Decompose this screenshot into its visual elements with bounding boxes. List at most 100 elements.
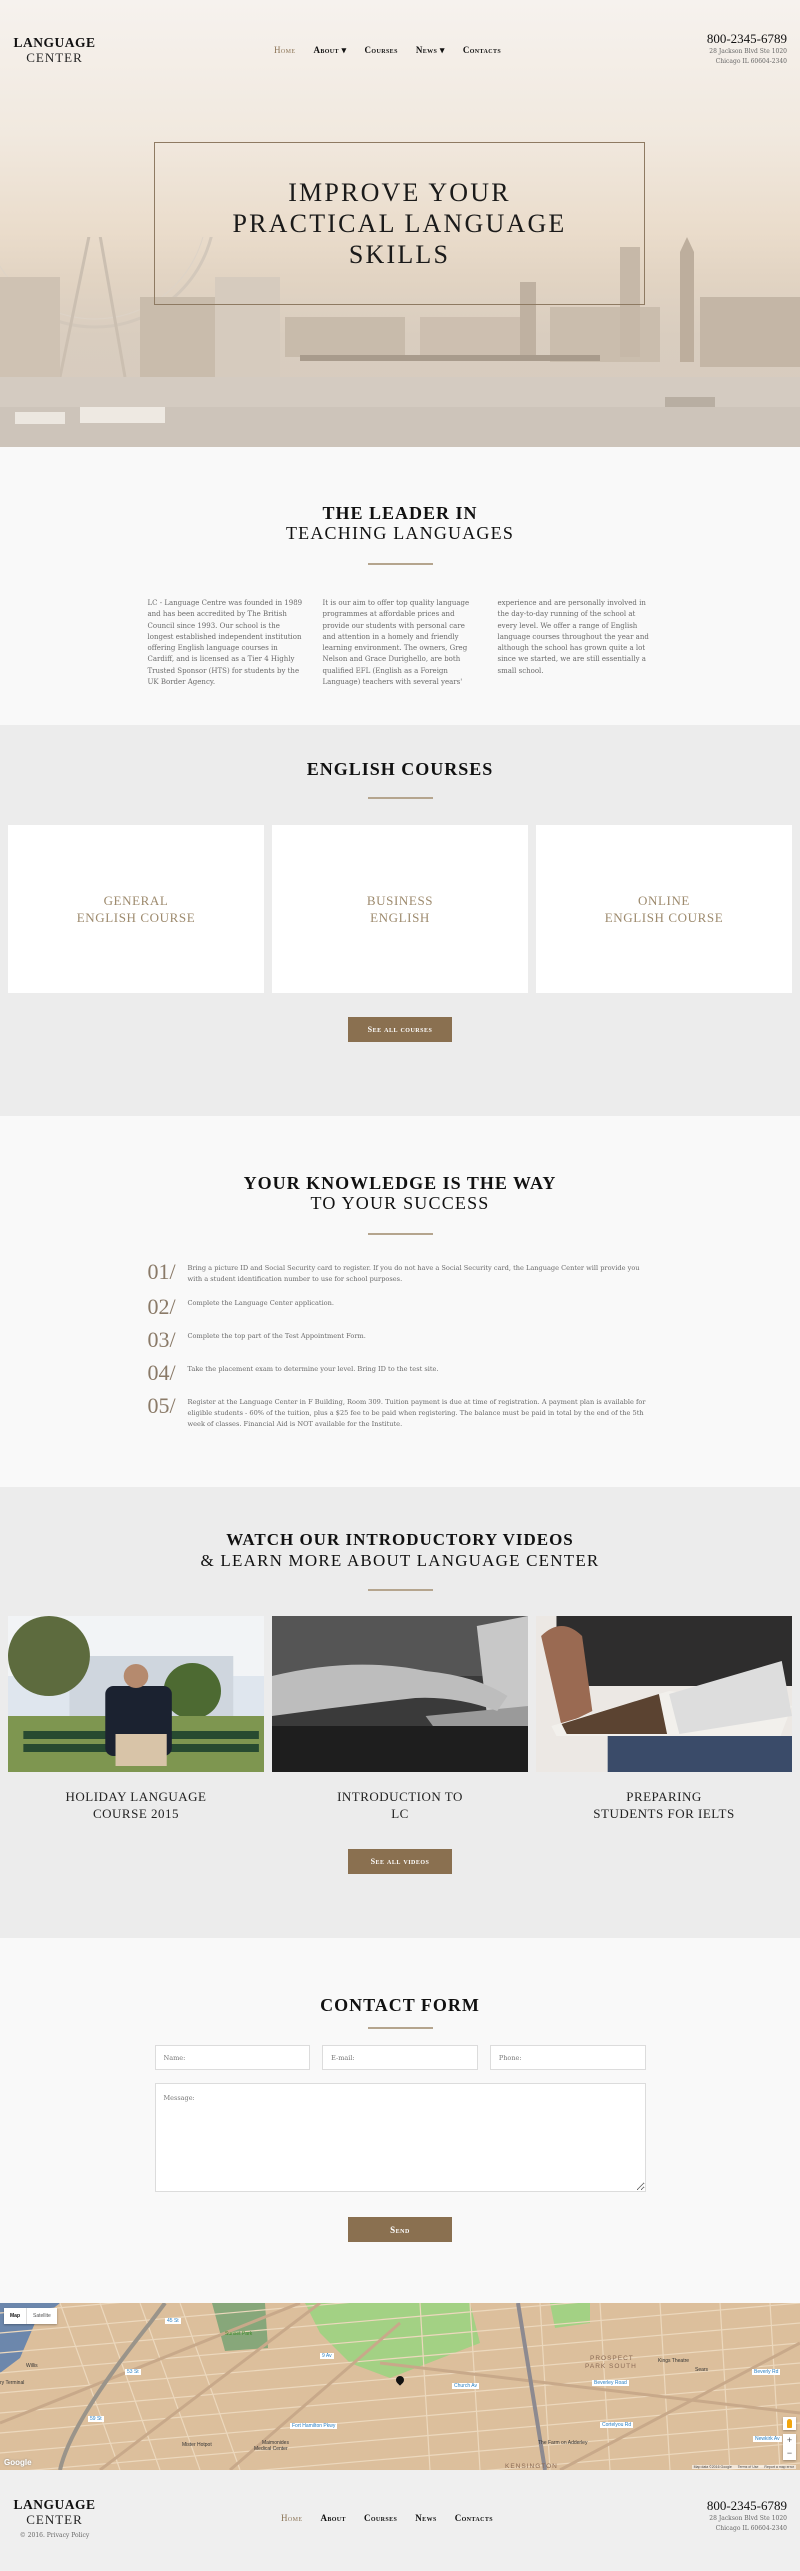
metro-station-label: Church Av <box>452 2383 479 2389</box>
course-title-line-2: ENGLISH <box>370 910 430 925</box>
hero-banner-frame: IMPROVE YOUR PRACTICAL LANGUAGE SKILLS <box>154 142 645 305</box>
section-divider <box>367 563 433 565</box>
metro-station-label: Newkirk Av <box>753 2436 782 2442</box>
metro-station-label: Beverley Road <box>592 2380 629 2386</box>
address-line-2: Chicago IL 60604-2340 <box>715 58 787 65</box>
video-thumbnail-typing[interactable] <box>272 1616 528 1772</box>
video-thumbnail-reading[interactable] <box>536 1616 792 1772</box>
step-item: 03/ Complete the top part of the Test Ap… <box>148 1329 653 1351</box>
copyright-privacy-link[interactable]: © 2016. Privacy Policy <box>12 2532 97 2539</box>
section-divider <box>367 797 433 799</box>
see-all-courses-button[interactable]: See all courses <box>348 1017 452 1042</box>
hero-section: LANGUAGE CENTER Home About ▾ Courses New… <box>0 0 800 447</box>
video-title[interactable]: PREPARING STUDENTS FOR IELTS <box>536 1788 792 1822</box>
phone-number[interactable]: 800-2345-6789 <box>707 2498 787 2514</box>
section-title-bold: YOUR KNOWLEDGE IS THE WAY <box>243 1173 557 1193</box>
video-cards: HOLIDAY LANGUAGE COURSE 2015 INTRODUCTIO… <box>0 1616 800 1822</box>
section-divider <box>367 1233 433 1235</box>
step-text: Register at the Language Center in F Bui… <box>187 1398 646 1428</box>
section-title-light: TO YOUR SUCCESS <box>310 1193 490 1213</box>
course-card-general[interactable]: GENERAL ENGLISH COURSE <box>8 825 264 993</box>
map-data-text: Map data ©2016 Google <box>693 2465 732 2469</box>
map-label: Sears <box>695 2367 709 2373</box>
course-card-title: GENERAL ENGLISH COURSE <box>77 892 196 926</box>
map-type-satellite-button[interactable]: Satellite <box>27 2308 57 2324</box>
map-area-label: PARK SOUTH <box>585 2363 637 2370</box>
nav-home[interactable]: Home <box>274 45 295 56</box>
step-item: 02/ Complete the Language Center applica… <box>148 1296 653 1318</box>
metro-station-label: Beverly Rd <box>752 2369 781 2375</box>
metro-station-label: Cortelyou Rd <box>600 2422 634 2428</box>
course-card-online[interactable]: ONLINE ENGLISH COURSE <box>536 825 792 993</box>
footer-nav-about[interactable]: About <box>320 2513 346 2523</box>
footer-logo[interactable]: LANGUAGE CENTER © 2016. Privacy Policy <box>12 2498 97 2540</box>
header-contact: 800-2345-6789 28 Jackson Blvd Ste 1020 C… <box>707 31 787 67</box>
step-number: 03/ <box>147 1327 176 1352</box>
step-text: Take the placement exam to determine you… <box>187 1365 439 1373</box>
map-label: The Farm on Adderley <box>538 2440 588 2446</box>
map-type-map-button[interactable]: Map <box>4 2308 27 2324</box>
phone-number[interactable]: 800-2345-6789 <box>707 31 787 47</box>
nav-news[interactable]: News ▾ <box>416 45 445 56</box>
step-item: 01/ Bring a picture ID and Social Securi… <box>148 1261 653 1285</box>
section-title: WATCH OUR INTRODUCTORY VIDEOS & LEARN MO… <box>0 1530 800 1571</box>
section-title: CONTACT FORM <box>0 1995 800 2015</box>
footer-nav: Home About Courses News Contacts <box>281 2513 493 2523</box>
course-title-line-2: ENGLISH COURSE <box>76 910 196 925</box>
steps-section: YOUR KNOWLEDGE IS THE WAY TO YOUR SUCCES… <box>0 1116 800 1487</box>
name-field[interactable] <box>154 2045 311 2070</box>
message-field[interactable] <box>154 2083 646 2192</box>
map-canvas[interactable] <box>0 2303 800 2470</box>
footer-contact: 800-2345-6789 28 Jackson Blvd Ste 1020 C… <box>707 2498 787 2534</box>
course-title-line-1: BUSINESS <box>366 893 434 908</box>
logo-bottom-text: CENTER <box>26 2512 83 2527</box>
video-card-introduction[interactable]: INTRODUCTION TO LC <box>272 1616 528 1822</box>
contact-fields-row <box>154 2045 646 2070</box>
email-field[interactable] <box>322 2045 478 2070</box>
about-section: THE LEADER IN TEACHING LANGUAGES LC - La… <box>0 447 800 725</box>
contact-form-section: CONTACT FORM Send <box>0 1938 800 2303</box>
step-number: 01/ <box>147 1259 176 1284</box>
zoom-out-button[interactable]: − <box>783 2447 796 2460</box>
metro-station-label: Fort Hamilton Pkwy <box>290 2423 338 2429</box>
see-all-videos-button[interactable]: See all videos <box>348 1849 452 1874</box>
nav-courses[interactable]: Courses <box>365 45 398 56</box>
street-view-pegman-icon[interactable] <box>783 2417 796 2430</box>
site-footer: LANGUAGE CENTER © 2016. Privacy Policy H… <box>0 2470 800 2571</box>
video-card-ielts[interactable]: PREPARING STUDENTS FOR IELTS <box>536 1616 792 1822</box>
phone-field[interactable] <box>489 2045 646 2070</box>
step-number: 04/ <box>147 1360 176 1385</box>
report-map-error-link[interactable]: Report a map error <box>764 2465 794 2469</box>
logo-bottom-text: CENTER <box>26 50 83 65</box>
address-line-1: 28 Jackson Blvd Ste 1020 <box>709 48 787 55</box>
logo[interactable]: LANGUAGE CENTER <box>12 36 97 66</box>
send-button[interactable]: Send <box>348 2217 452 2242</box>
map-embed[interactable]: Map Satellite Willis ry Terminal Sunset … <box>0 2303 800 2470</box>
video-title[interactable]: INTRODUCTION TO LC <box>272 1788 528 1822</box>
map-attribution: Map data ©2016 Google Terms of Use Repor… <box>691 2465 796 2469</box>
course-cards: GENERAL ENGLISH COURSE BUSINESS ENGLISH … <box>0 825 800 993</box>
zoom-in-button[interactable]: + <box>783 2434 796 2447</box>
video-thumbnail-man-with-laptop[interactable] <box>8 1616 264 1772</box>
section-title: ENGLISH COURSES <box>0 759 800 779</box>
nav-contacts[interactable]: Contacts <box>463 45 501 56</box>
terms-of-use-link[interactable]: Terms of Use <box>738 2465 759 2469</box>
nav-about[interactable]: About ▾ <box>313 45 346 56</box>
footer-nav-news[interactable]: News <box>415 2513 436 2523</box>
map-zoom-controls: + − <box>783 2434 796 2460</box>
hero-title-line-2: PRACTICAL LANGUAGE <box>232 209 567 238</box>
step-item: 04/ Take the placement exam to determine… <box>148 1362 653 1384</box>
contact-form: Send <box>154 2045 646 2242</box>
course-card-business[interactable]: BUSINESS ENGLISH <box>272 825 528 993</box>
video-card-holiday[interactable]: HOLIDAY LANGUAGE COURSE 2015 <box>8 1616 264 1822</box>
map-label: Sunset Park <box>225 2331 253 2337</box>
step-list: 01/ Bring a picture ID and Social Securi… <box>148 1261 653 1430</box>
footer-nav-home[interactable]: Home <box>281 2513 302 2523</box>
map-label: ry Terminal <box>0 2380 25 2386</box>
footer-nav-contacts[interactable]: Contacts <box>455 2513 493 2523</box>
video-title[interactable]: HOLIDAY LANGUAGE COURSE 2015 <box>8 1788 264 1822</box>
footer-nav-courses[interactable]: Courses <box>364 2513 397 2523</box>
hero-title-line-3: SKILLS <box>348 240 451 269</box>
map-label: Medical Center <box>254 2446 288 2452</box>
section-title-light: TEACHING LANGUAGES <box>285 523 515 543</box>
